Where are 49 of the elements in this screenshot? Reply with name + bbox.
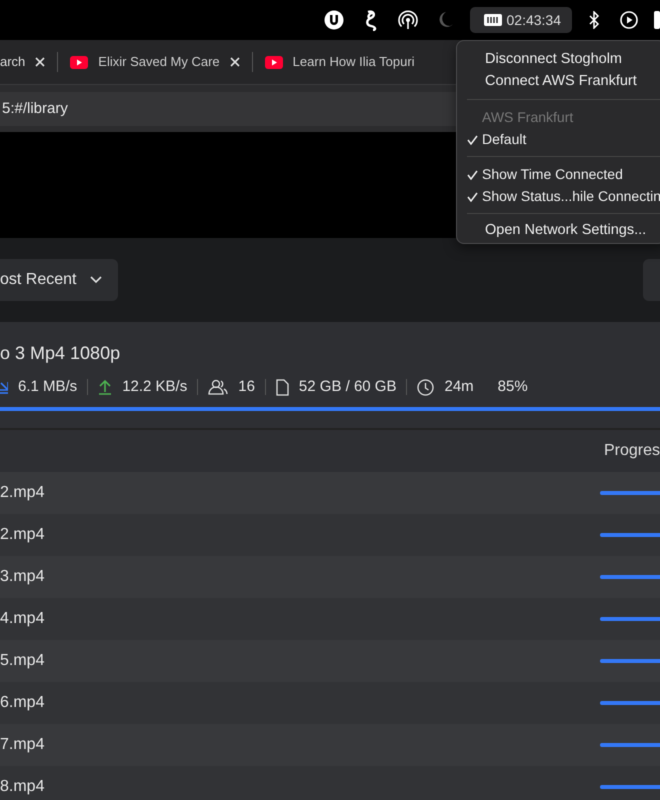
upload-icon xyxy=(98,379,112,395)
file-name: 2.mp4 xyxy=(0,525,44,545)
percent-text: 85% xyxy=(498,376,528,397)
knot-icon[interactable] xyxy=(364,9,378,31)
menu-item[interactable]: Disconnect Stogholm xyxy=(457,49,660,71)
file-name: 3.mp4 xyxy=(0,567,44,587)
size-text: 52 GB / 60 GB xyxy=(298,376,396,397)
broadcast-icon[interactable] xyxy=(398,10,418,30)
file-name: 6.mp4 xyxy=(0,693,44,713)
file-name: 7.mp4 xyxy=(0,735,44,755)
caret-icon xyxy=(90,276,102,284)
menu-header: AWS Frankfurt xyxy=(481,108,574,126)
file-name: 2.mp4 xyxy=(0,483,44,503)
menu-item[interactable]: Open Network Settings... xyxy=(457,220,660,242)
download-icon xyxy=(0,379,8,395)
check-icon xyxy=(467,170,478,180)
moon-icon[interactable] xyxy=(438,11,454,29)
menu-item[interactable]: Show Time Connected xyxy=(457,163,660,185)
browser-tab[interactable]: Elixir Saved My Care xyxy=(58,40,252,84)
close-icon[interactable] xyxy=(35,57,46,67)
menu-item[interactable]: Connect AWS Frankfurt xyxy=(457,71,660,93)
check-icon xyxy=(467,134,478,145)
peer-count: 16 xyxy=(238,376,255,397)
bluetooth-icon[interactable] xyxy=(588,11,600,29)
close-icon[interactable] xyxy=(230,57,240,67)
people-icon xyxy=(208,379,228,395)
square-icon[interactable] xyxy=(654,11,660,29)
file-icon xyxy=(276,378,289,396)
upload-speed: 12.2 KB/s xyxy=(122,376,188,397)
file-name: 5.mp4 xyxy=(0,651,44,671)
video-icon xyxy=(264,56,283,68)
browser-tab[interactable]: Learn How Ilia Topuri xyxy=(252,40,427,84)
browser-tab[interactable]: arch xyxy=(0,40,58,84)
file-name: 4.mp4 xyxy=(0,609,44,629)
clock-widget[interactable]: 02:43:34 xyxy=(470,7,572,33)
clock-icon xyxy=(417,378,434,396)
download-speed: 6.1 MB/s xyxy=(18,376,78,397)
play-icon[interactable] xyxy=(620,11,638,29)
column-header: Progres xyxy=(604,441,660,461)
torrent-icon[interactable] xyxy=(324,10,344,30)
menu-item[interactable]: Default xyxy=(457,128,660,150)
meter-icon xyxy=(482,12,502,28)
sort-dropdown[interactable]: ost Recent xyxy=(0,259,118,301)
menu-item[interactable]: Show Status...hile Connectin xyxy=(457,185,660,207)
torrent-title: o 3 Mp4 1080p xyxy=(0,342,122,365)
check-icon xyxy=(467,192,478,202)
file-name: 8.mp4 xyxy=(0,777,44,797)
video-icon xyxy=(70,56,88,68)
eta-text: 24m xyxy=(444,376,474,397)
